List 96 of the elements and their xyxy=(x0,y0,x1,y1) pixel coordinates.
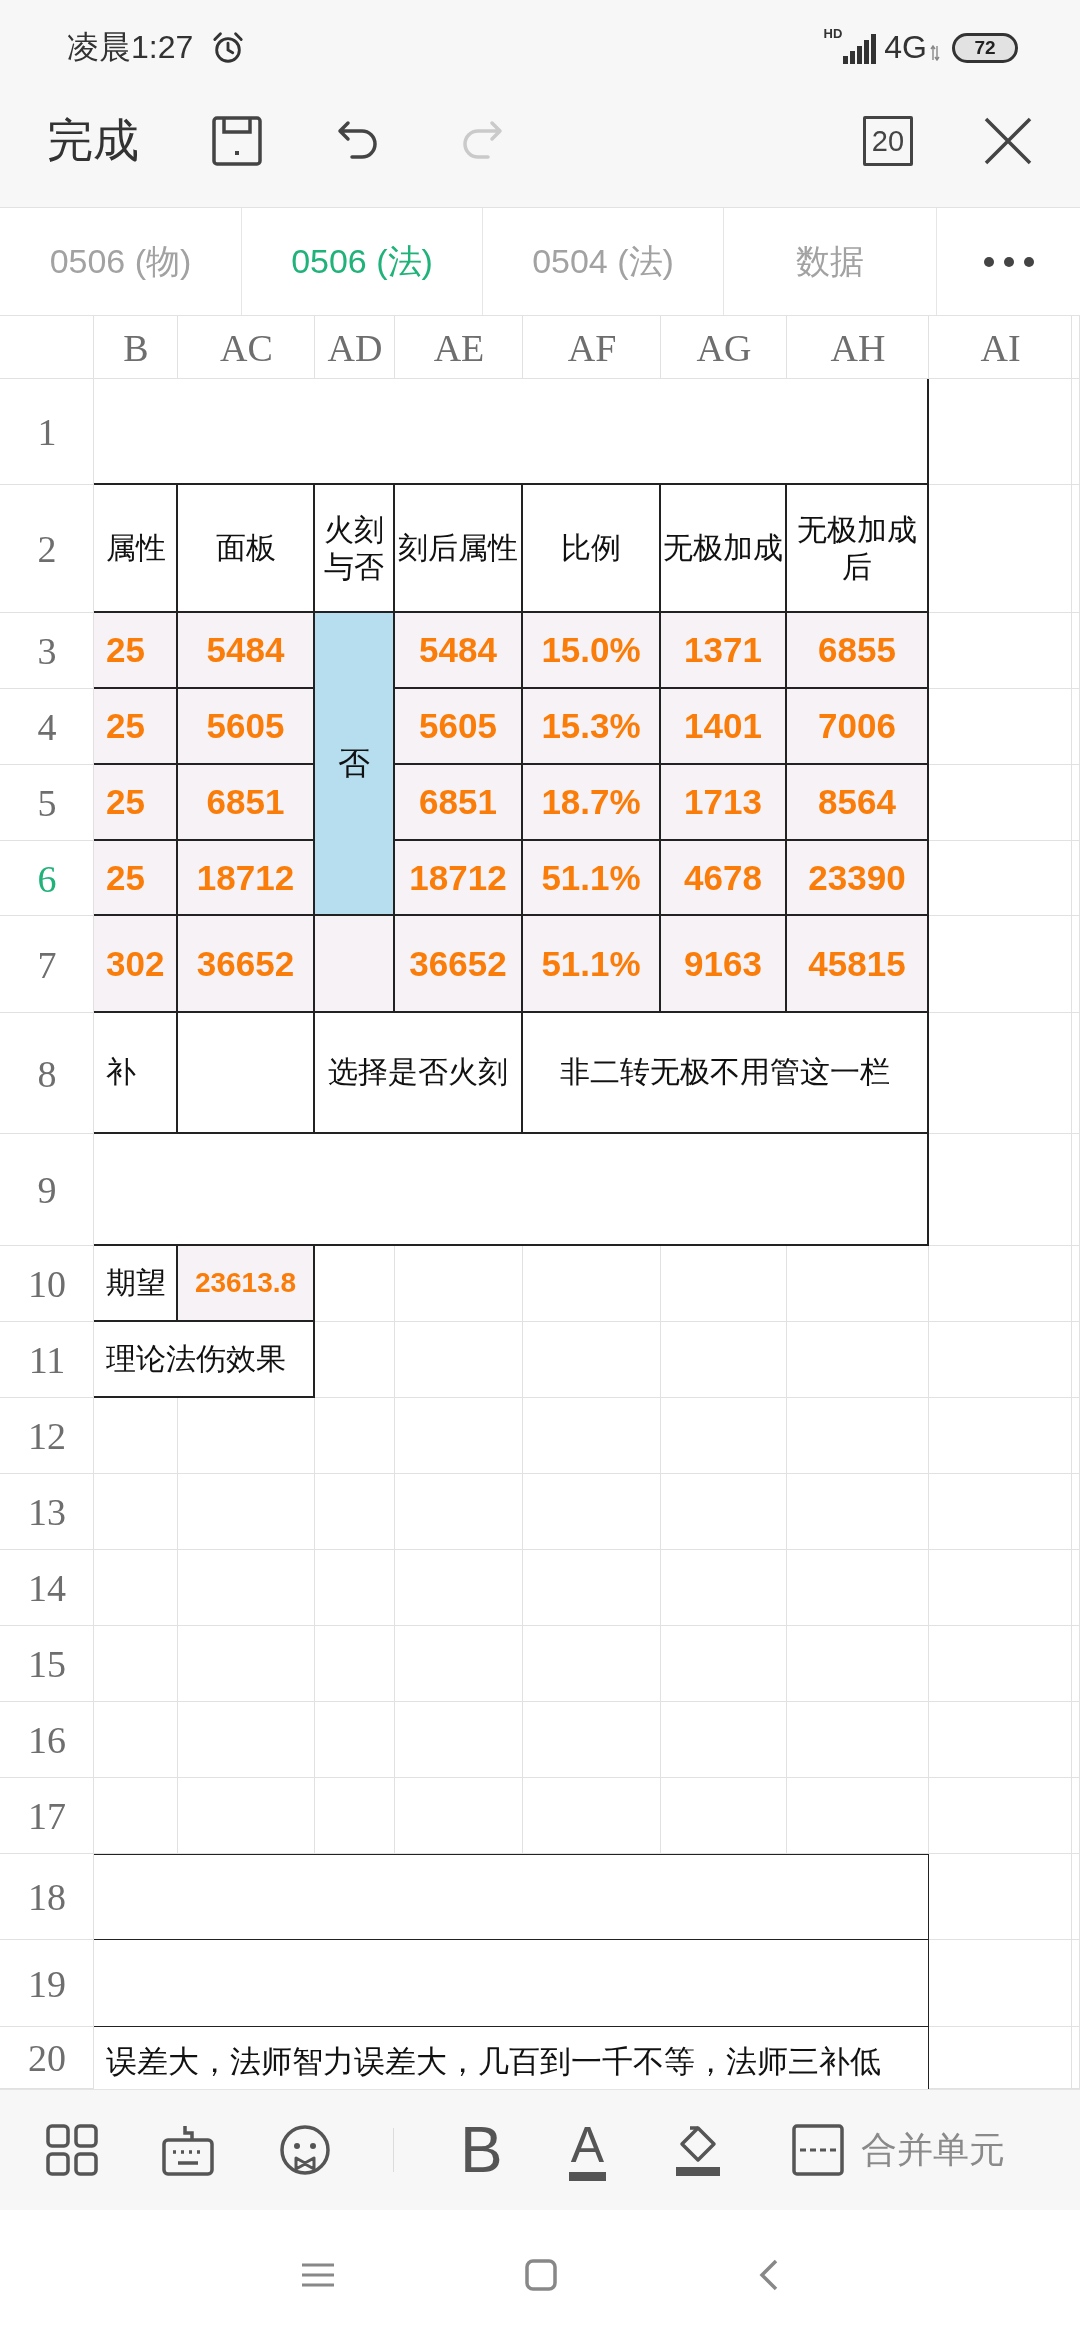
table-cell: 否 xyxy=(315,613,395,916)
more-icon[interactable] xyxy=(982,255,1035,268)
table-cell: 15.3% xyxy=(523,689,661,765)
alarm-clock-icon xyxy=(211,30,246,65)
row-header[interactable]: 12 xyxy=(0,1398,94,1474)
table-cell: 理论法伤效果 xyxy=(94,1322,315,1398)
row-header[interactable]: 7 xyxy=(0,916,94,1013)
row-header[interactable]: 5 xyxy=(0,765,94,841)
row-header[interactable]: 14 xyxy=(0,1550,94,1626)
row-header[interactable]: 15 xyxy=(0,1626,94,1702)
table-cell: 25 xyxy=(94,689,178,765)
table-cell: 5605 xyxy=(395,689,523,765)
row-header[interactable]: 17 xyxy=(0,1778,94,1854)
battery-percent: 72 xyxy=(974,38,996,57)
table-cell: 45815 xyxy=(787,916,929,1013)
table-cell: 选择是否火刻 xyxy=(315,1013,523,1134)
row-header[interactable]: 3 xyxy=(0,613,94,689)
table-cell: 9163 xyxy=(661,916,787,1013)
table-cell: 302 xyxy=(94,916,178,1013)
table-cell: 7006 xyxy=(787,689,929,765)
table-cell: 6851 xyxy=(395,765,523,841)
network-type: 4G xyxy=(884,29,927,66)
table-cell: 期望 xyxy=(94,1246,178,1322)
table-cell: 51.1% xyxy=(523,916,661,1013)
table-cell: 无极加成 xyxy=(661,485,787,613)
table-cell: 25 xyxy=(94,841,178,916)
font-color-button[interactable]: A xyxy=(568,2119,607,2181)
row-header[interactable]: 6 xyxy=(0,841,94,916)
menu-icon[interactable] xyxy=(302,2263,334,2287)
back-icon[interactable] xyxy=(759,2259,779,2291)
table-cell: 5605 xyxy=(178,689,315,765)
row-header[interactable]: 13 xyxy=(0,1474,94,1550)
row-header[interactable]: 8 xyxy=(0,1013,94,1134)
table-cell: 比例 xyxy=(523,485,661,613)
table-cell: 5484 xyxy=(395,613,523,689)
table-cell: 刻后属性 xyxy=(395,485,523,613)
column-header[interactable]: B xyxy=(94,316,178,379)
table-cell: 25 xyxy=(94,613,178,689)
row-header[interactable]: 10 xyxy=(0,1246,94,1322)
row-header[interactable]: 19 xyxy=(0,1940,94,2027)
row-header[interactable]: 9 xyxy=(0,1134,94,1246)
count-button[interactable]: 20 xyxy=(863,116,913,166)
table-cell: 1713 xyxy=(661,765,787,841)
table-cell: 15.0% xyxy=(523,613,661,689)
table-cell: 5484 xyxy=(178,613,315,689)
table-cell: 1401 xyxy=(661,689,787,765)
table-cell: 误差大，法师智力误差大，几百到一千不等，法师三补低 xyxy=(94,2027,929,2089)
border-icon[interactable] xyxy=(792,2124,845,2176)
column-header[interactable]: AI xyxy=(929,316,1072,379)
table-cell: 6855 xyxy=(787,613,929,689)
table-cell: 非二转无极不用管这一栏 xyxy=(523,1013,929,1134)
table-cell: 无极加成后 xyxy=(787,485,929,613)
row-header[interactable]: 16 xyxy=(0,1702,94,1778)
row-header[interactable]: 2 xyxy=(0,485,94,613)
bold-button[interactable]: B xyxy=(460,2118,503,2182)
row-header[interactable]: 4 xyxy=(0,689,94,765)
table-cell: 4678 xyxy=(661,841,787,916)
table-cell: 18712 xyxy=(395,841,523,916)
hd-label: HD xyxy=(823,26,843,41)
fill-color-icon[interactable] xyxy=(676,2124,721,2176)
table-cell: 18.7% xyxy=(523,765,661,841)
status-time: 凌晨1:27 xyxy=(67,27,194,67)
table-cell: 51.1% xyxy=(523,841,661,916)
table-cell: 1371 xyxy=(661,613,787,689)
close-icon[interactable] xyxy=(983,116,1033,166)
column-header[interactable]: AG xyxy=(661,316,787,379)
row-header[interactable]: 18 xyxy=(0,1854,94,1940)
face-icon[interactable] xyxy=(279,2124,331,2176)
table-cell: 36652 xyxy=(178,916,315,1013)
table-cell: 属性 xyxy=(94,485,178,613)
table-cell: 36652 xyxy=(395,916,523,1013)
row-header[interactable]: 1 xyxy=(0,379,94,485)
table-cell: 火刻与否 xyxy=(315,485,395,613)
table-cell: 6851 xyxy=(178,765,315,841)
row-header[interactable]: 20 xyxy=(0,2027,94,2089)
signal-icon xyxy=(843,33,878,64)
table-cell: 18712 xyxy=(178,841,315,916)
data-arrows-icon xyxy=(930,44,940,61)
save-icon[interactable] xyxy=(212,116,262,166)
column-header[interactable]: AD xyxy=(315,316,395,379)
keyboard-icon[interactable] xyxy=(162,2124,214,2176)
table-cell: 补 xyxy=(94,1013,178,1134)
table-cell: 23390 xyxy=(787,841,929,916)
table-cell: 面板 xyxy=(178,485,315,613)
column-header[interactable]: AC xyxy=(178,316,315,379)
row-header[interactable]: 11 xyxy=(0,1322,94,1398)
table-cell: 8564 xyxy=(787,765,929,841)
column-header[interactable]: AE xyxy=(395,316,523,379)
column-header[interactable]: AH xyxy=(787,316,929,379)
square-icon[interactable] xyxy=(525,2259,557,2291)
done-button[interactable]: 完成 xyxy=(47,110,139,172)
merge-cells-button[interactable]: 合并单元 xyxy=(861,2125,1006,2175)
table-cell: 25 xyxy=(94,765,178,841)
table-cell: 23613.8 xyxy=(178,1246,315,1322)
column-header[interactable]: AF xyxy=(523,316,661,379)
apps-icon[interactable] xyxy=(46,2124,98,2176)
